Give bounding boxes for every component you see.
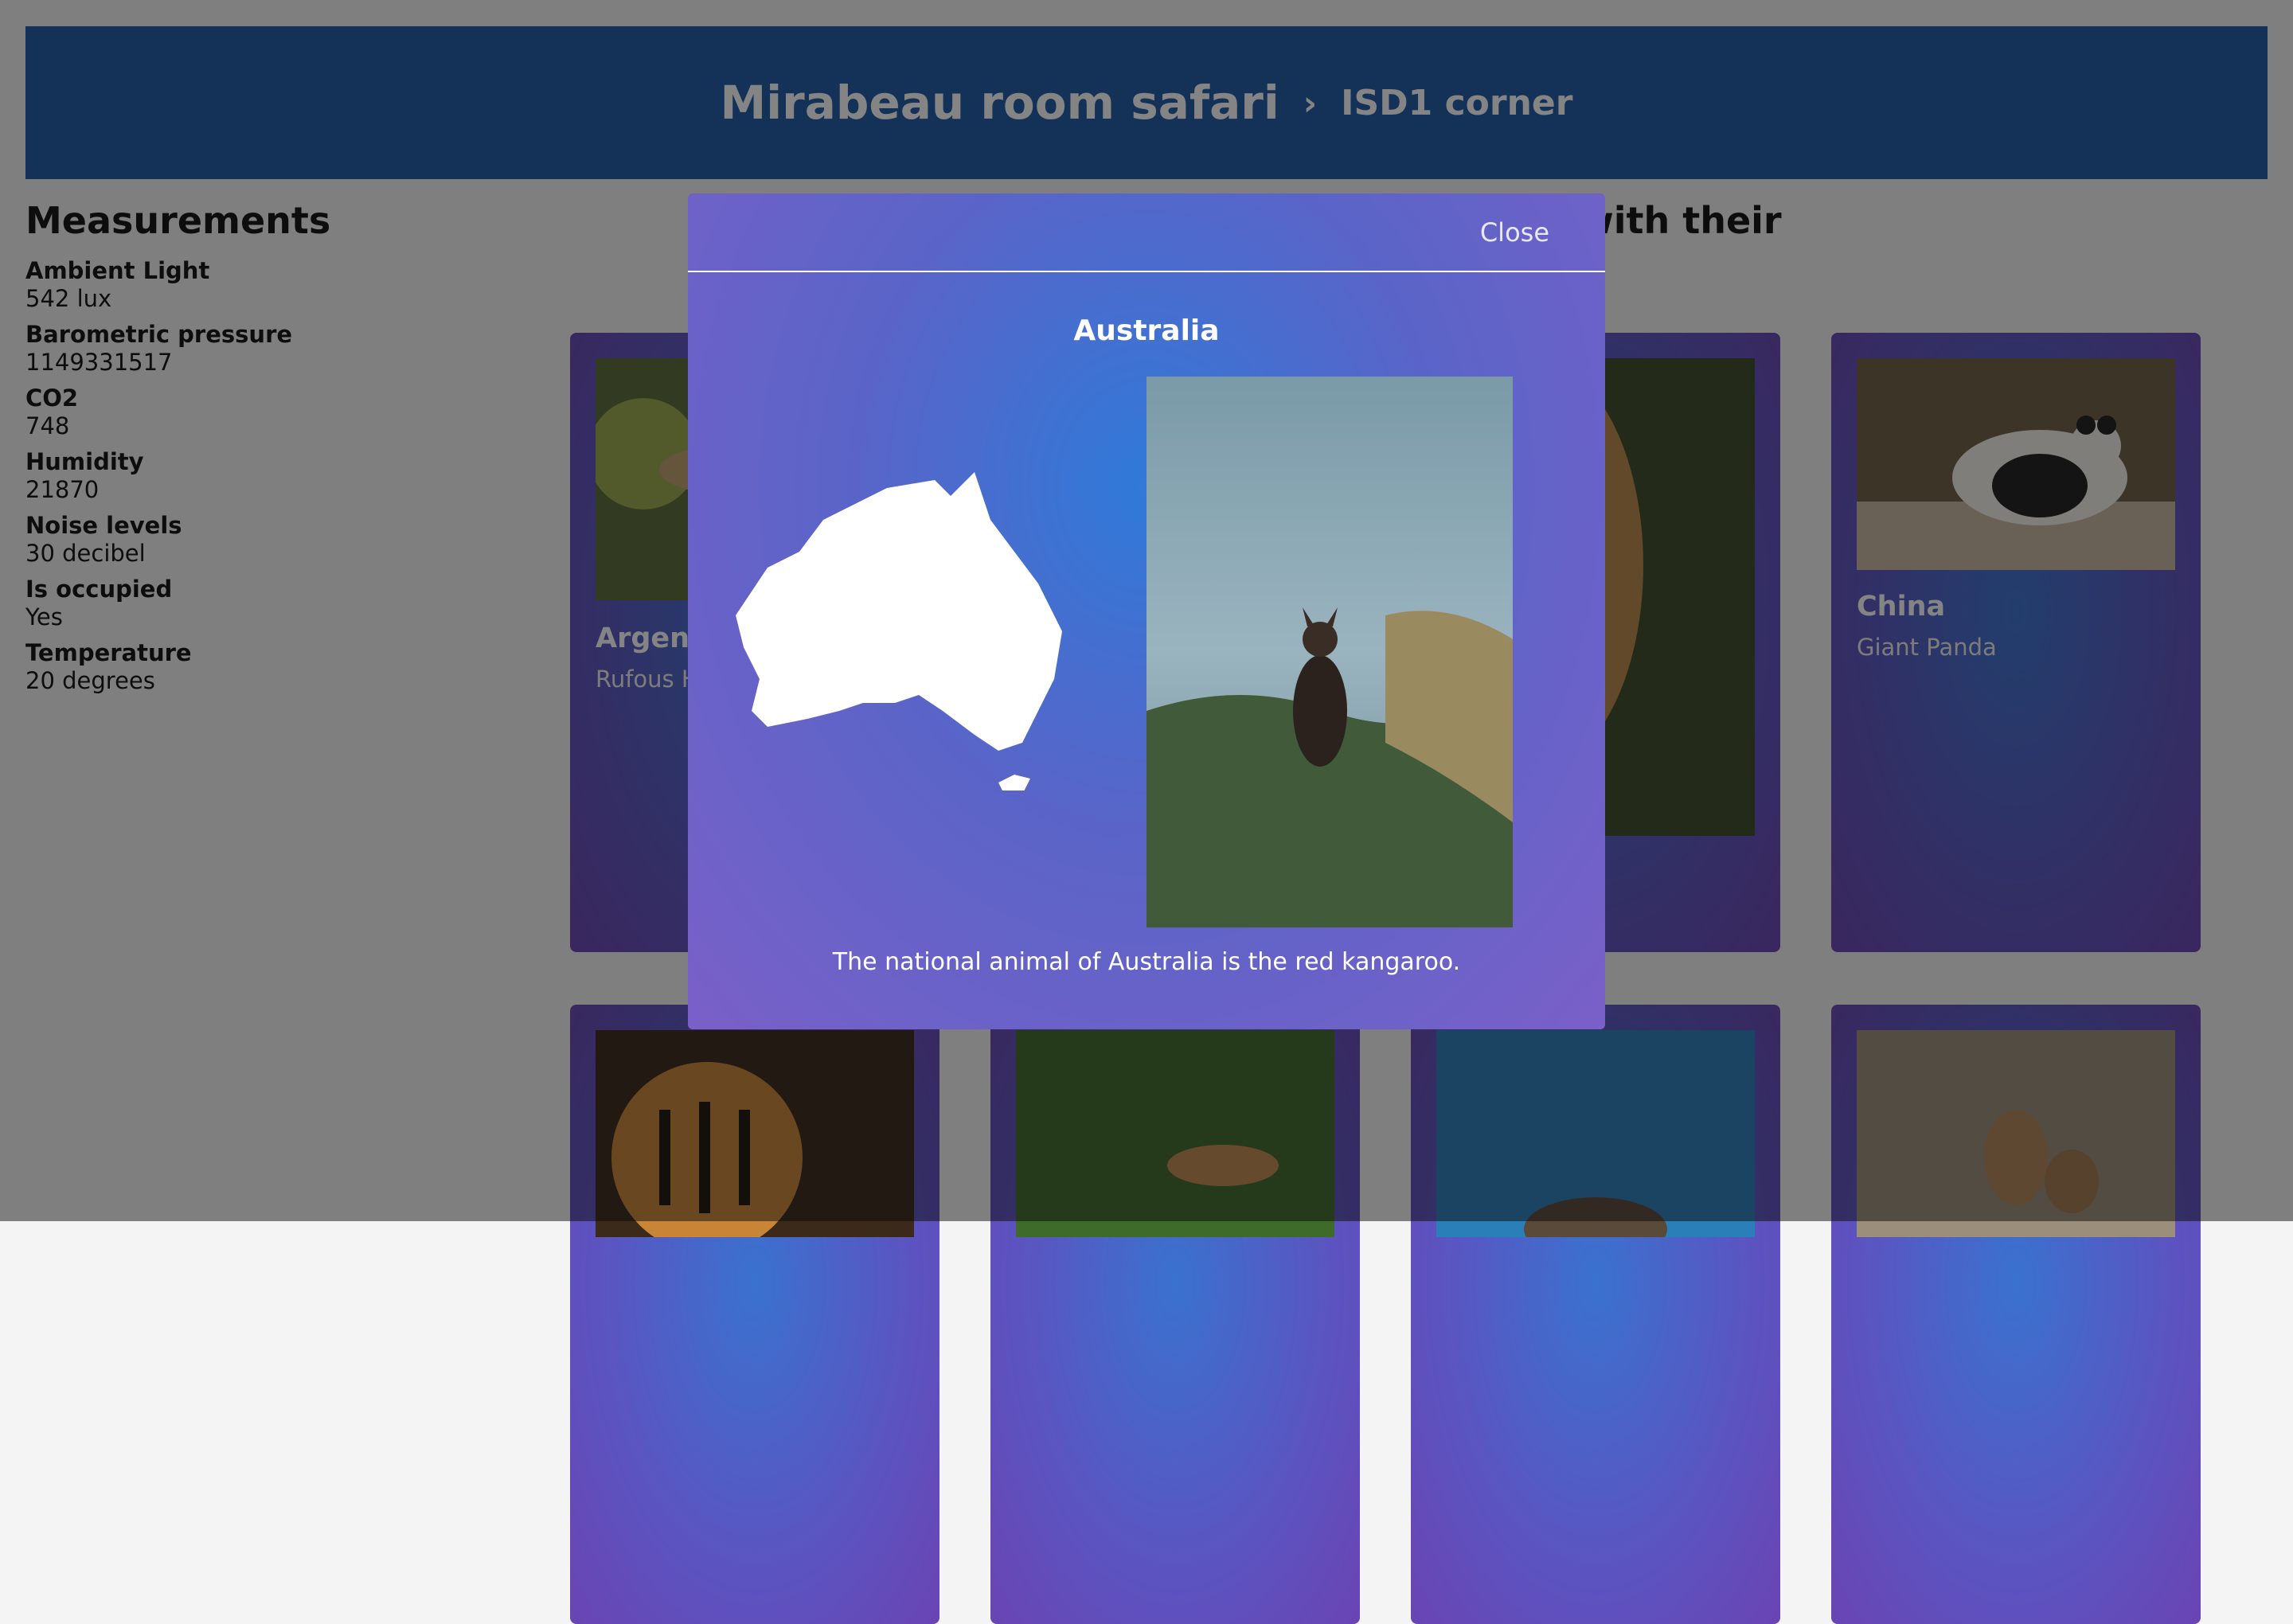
close-button[interactable]: Close (1475, 214, 1554, 251)
modal-caption: The national animal of Australia is the … (832, 948, 1461, 976)
country-modal: Close Australia The national animal of A… (688, 193, 1605, 1029)
modal-header-divider (688, 271, 1605, 272)
australia-map-icon (736, 472, 1062, 791)
kangaroo-photo-icon (1146, 377, 1513, 927)
modal-title: Australia (1073, 314, 1220, 347)
